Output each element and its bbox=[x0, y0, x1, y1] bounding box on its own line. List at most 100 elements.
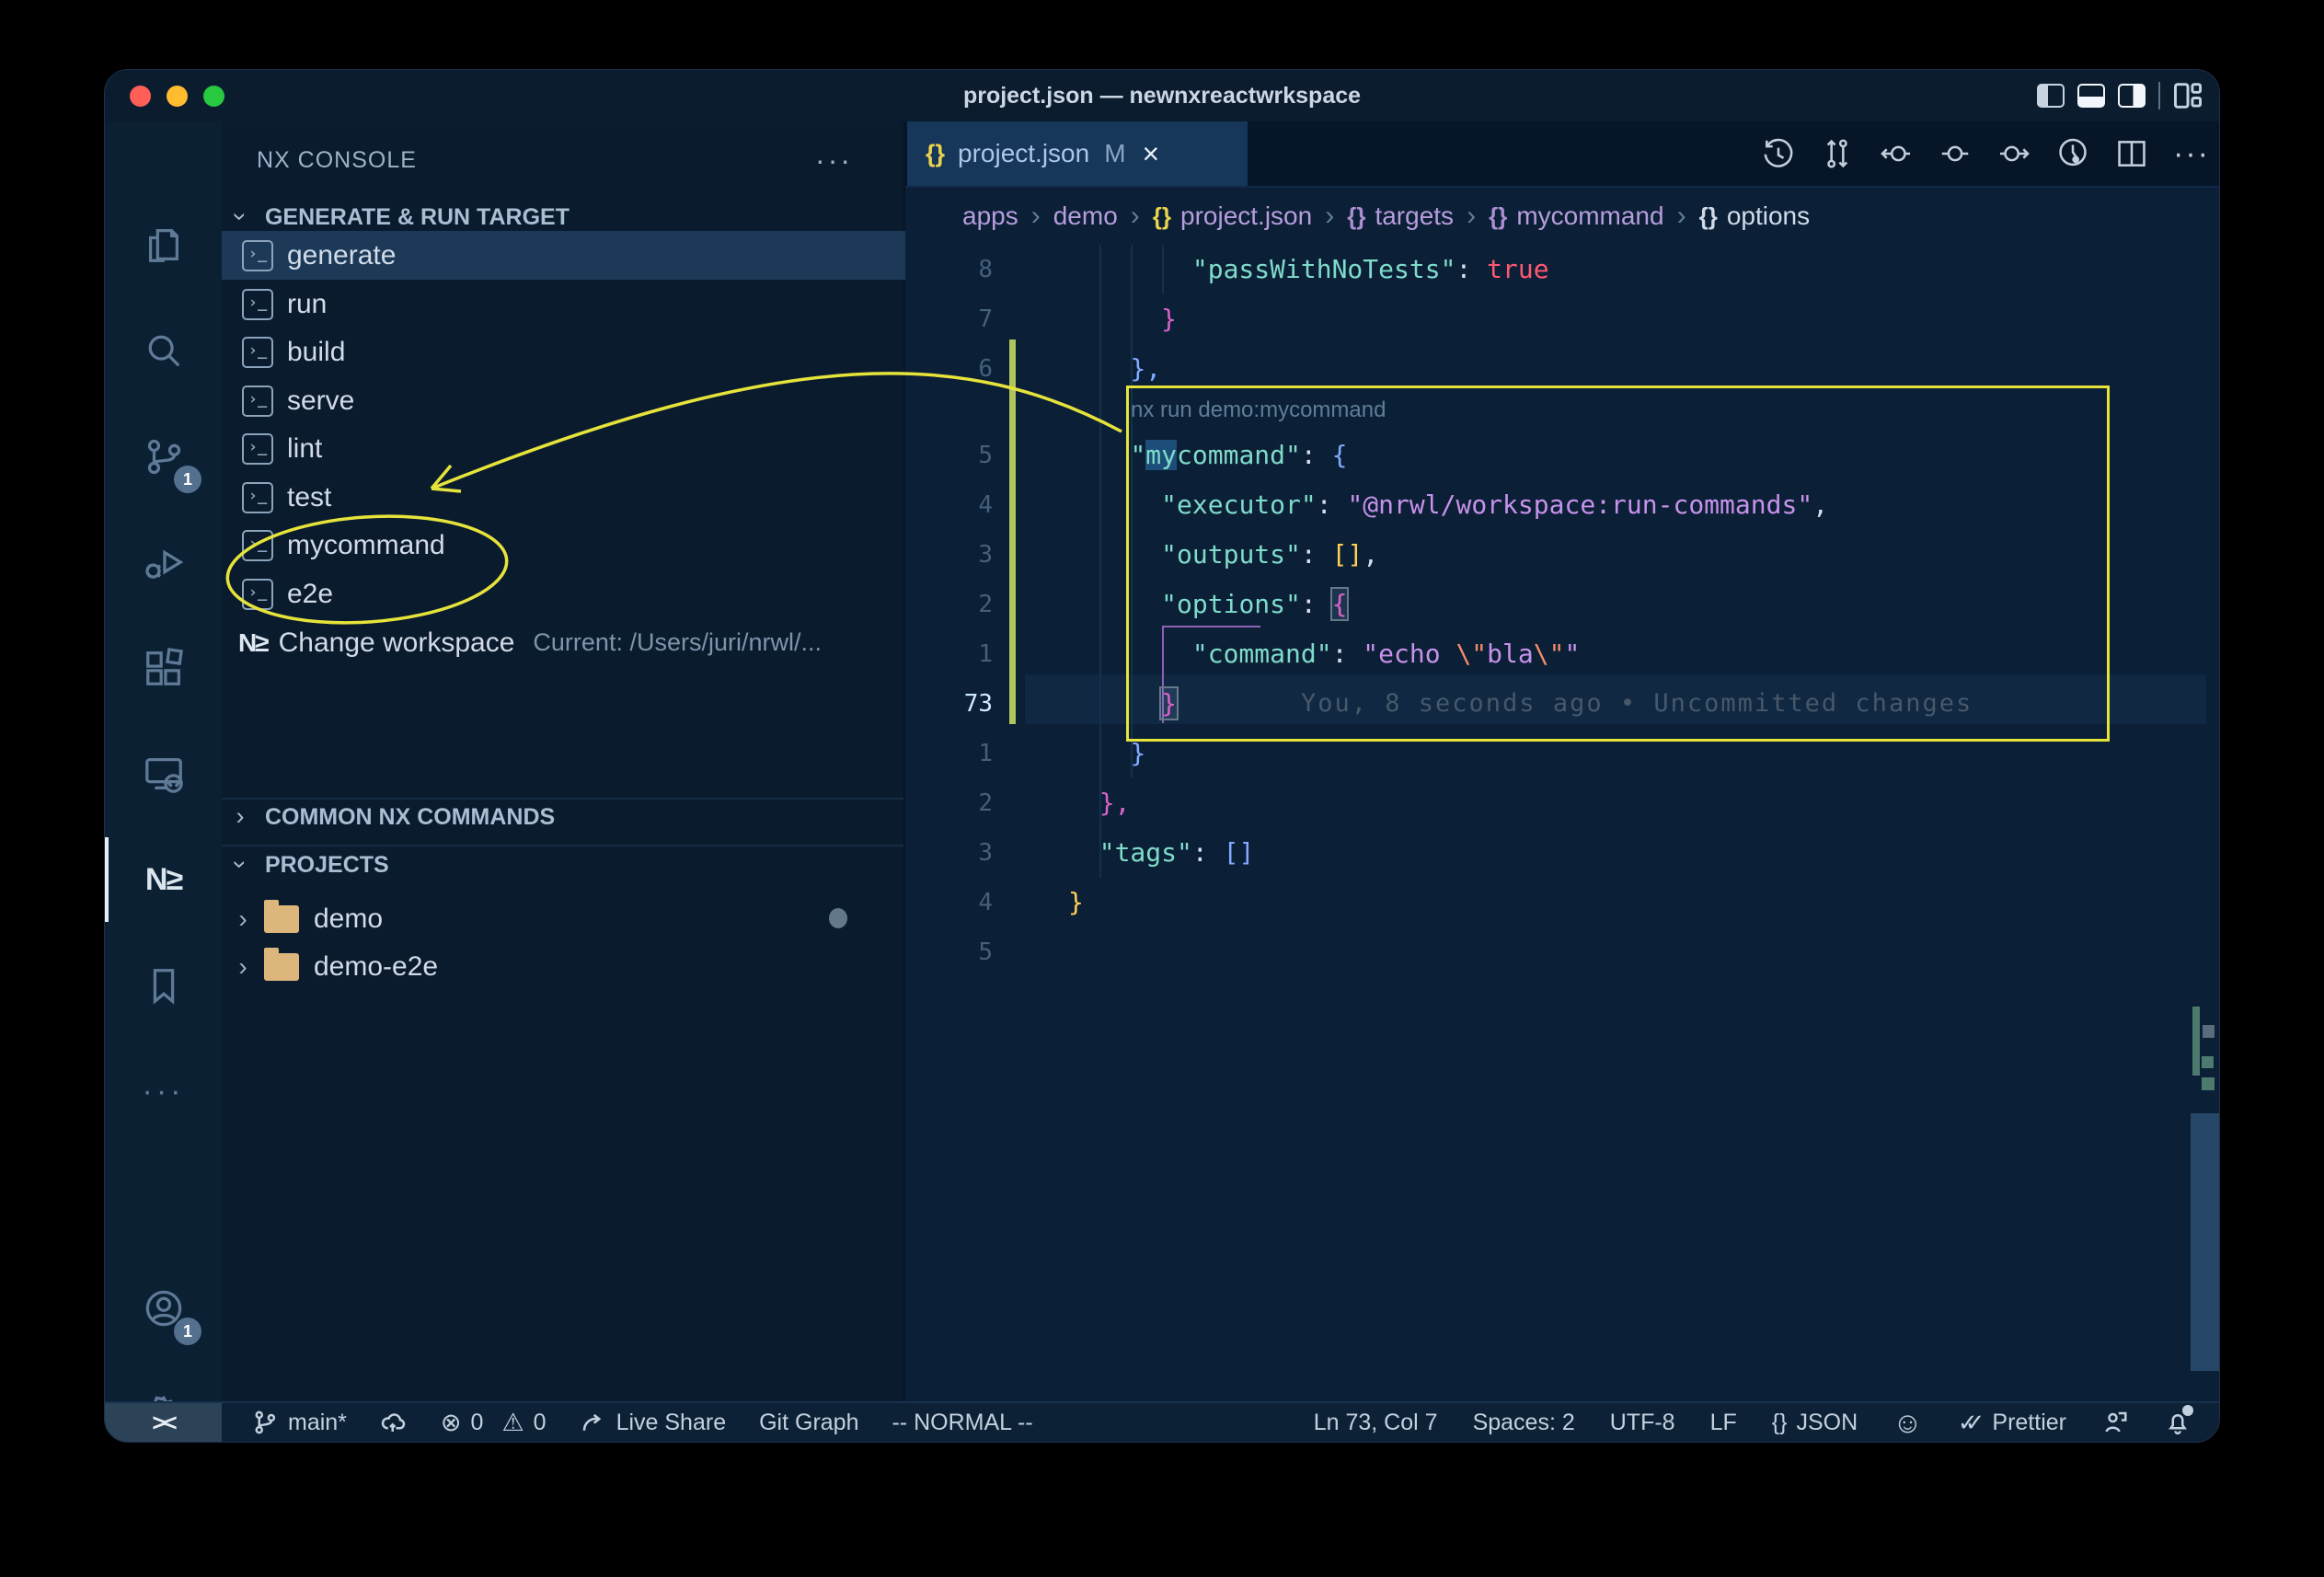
sidebar-item-search[interactable] bbox=[105, 299, 222, 402]
line-number: 5 bbox=[905, 927, 993, 977]
encoding-item[interactable]: UTF-8 bbox=[1610, 1410, 1675, 1436]
target-item-run[interactable]: ›_ run bbox=[222, 280, 905, 328]
customize-layout-icon[interactable] bbox=[2173, 82, 2203, 109]
tab-project-json[interactable]: {} project.json M × bbox=[907, 121, 1248, 186]
breadcrumb-project-json[interactable]: project.json bbox=[1180, 201, 1312, 231]
split-editor-icon[interactable] bbox=[2114, 136, 2149, 171]
tab-bar: {} project.json M × bbox=[905, 121, 2220, 186]
line-number: 8 bbox=[905, 245, 993, 294]
scrollbar-thumb[interactable] bbox=[2191, 1113, 2220, 1371]
sidebar-item-source-control[interactable]: 1 bbox=[105, 405, 222, 508]
line-number: 5 bbox=[905, 431, 993, 480]
activity-more-button[interactable]: ··· bbox=[105, 1040, 222, 1143]
current-change-icon[interactable] bbox=[1938, 136, 1973, 171]
files-icon bbox=[143, 224, 185, 266]
prettier-status-item[interactable]: ✓✓ Prettier bbox=[1958, 1409, 2066, 1437]
divider bbox=[2158, 82, 2160, 109]
sidebar-item-bookmarks[interactable] bbox=[105, 934, 222, 1037]
double-check-icon: ✓✓ bbox=[1958, 1409, 1973, 1437]
vim-mode-status-item[interactable]: -- NORMAL -- bbox=[892, 1410, 1032, 1436]
gitlens-icon[interactable] bbox=[2055, 136, 2090, 171]
accounts-button[interactable]: 1 bbox=[105, 1257, 222, 1360]
line-number: 6 bbox=[905, 344, 993, 394]
change-workspace-item[interactable]: N≥ Change workspace Current: /Users/juri… bbox=[222, 618, 905, 667]
project-status-dot bbox=[829, 908, 847, 928]
code-editor[interactable]: 8 "passWithNoTests": true7 }6 },nx run d… bbox=[905, 245, 2220, 1401]
run-debug-icon bbox=[143, 541, 185, 583]
line-number: 1 bbox=[905, 729, 993, 778]
breadcrumb-demo[interactable]: demo bbox=[1053, 201, 1118, 231]
code-line[interactable]: 5 bbox=[905, 927, 2220, 977]
more-actions-icon[interactable]: ··· bbox=[2173, 136, 2210, 172]
indentation-item[interactable]: Spaces: 2 bbox=[1473, 1410, 1575, 1436]
bell-icon bbox=[2164, 1409, 2192, 1436]
target-item-mycommand[interactable]: ›_ mycommand bbox=[222, 521, 905, 570]
section-projects[interactable]: › PROJECTS bbox=[222, 850, 903, 891]
code-line[interactable]: 2 }, bbox=[905, 778, 2220, 828]
cursor-position-item[interactable]: Ln 73, Col 7 bbox=[1314, 1410, 1438, 1436]
cloud-upload-icon bbox=[380, 1409, 408, 1436]
target-item-generate[interactable]: ›_ generate bbox=[222, 231, 905, 280]
ruler-mark bbox=[2202, 1056, 2214, 1068]
chevron-right-icon: › bbox=[1677, 201, 1686, 232]
code-line[interactable]: 4} bbox=[905, 878, 2220, 927]
target-item-e2e[interactable]: ›_ e2e bbox=[222, 570, 905, 618]
git-graph-status-item[interactable]: Git Graph bbox=[759, 1410, 858, 1436]
remote-indicator[interactable]: >< bbox=[105, 1403, 222, 1442]
target-item-build[interactable]: ›_ build bbox=[222, 328, 905, 376]
sidebar-item-extensions[interactable] bbox=[105, 616, 222, 719]
breadcrumb-apps[interactable]: apps bbox=[962, 201, 1018, 231]
code-line[interactable]: 3 "tags": [] bbox=[905, 828, 2220, 878]
section-common-nx-commands[interactable]: › COMMON NX COMMANDS bbox=[222, 802, 903, 843]
sidebar-item-nx-console[interactable]: N≥ bbox=[105, 828, 222, 931]
folder-icon bbox=[264, 953, 299, 981]
sidebar-item-remote-explorer[interactable] bbox=[105, 722, 222, 825]
live-share-contacts-item[interactable] bbox=[2101, 1409, 2129, 1436]
project-item-demo[interactable]: › demo bbox=[222, 894, 905, 943]
target-item-lint[interactable]: ›_ lint bbox=[222, 424, 905, 473]
bookmark-icon bbox=[143, 964, 185, 1007]
live-share-status-item[interactable]: Live Share bbox=[580, 1409, 727, 1436]
previous-change-icon[interactable] bbox=[1879, 136, 1914, 171]
breadcrumb-options[interactable]: options bbox=[1727, 201, 1810, 231]
line-number: 3 bbox=[905, 530, 993, 580]
divider bbox=[222, 798, 903, 800]
toggle-panel-icon[interactable] bbox=[2077, 84, 2105, 108]
next-change-icon[interactable] bbox=[1996, 136, 2031, 171]
person-icon bbox=[2101, 1409, 2129, 1436]
target-item-serve[interactable]: ›_ serve bbox=[222, 376, 905, 425]
line-number: 2 bbox=[905, 580, 993, 629]
compare-changes-icon[interactable] bbox=[1820, 136, 1855, 171]
sync-status-item[interactable] bbox=[380, 1409, 408, 1436]
language-mode-item[interactable]: {} JSON bbox=[1772, 1410, 1858, 1436]
feedback-smiley-item[interactable]: ☺ bbox=[1893, 1406, 1923, 1440]
breadcrumb: apps › demo › {} project.json › {} targe… bbox=[905, 186, 2220, 245]
breadcrumb-targets[interactable]: targets bbox=[1375, 201, 1454, 231]
terminal-icon: ›_ bbox=[242, 337, 273, 368]
chevron-down-icon: › bbox=[226, 846, 255, 883]
eol-item[interactable]: LF bbox=[1710, 1410, 1737, 1436]
target-item-test[interactable]: ›_ test bbox=[222, 473, 905, 522]
notifications-item[interactable] bbox=[2164, 1409, 2192, 1436]
branch-status-item[interactable]: main* bbox=[251, 1409, 347, 1436]
ruler-change-mark bbox=[2192, 1007, 2200, 1076]
annotation-rectangle bbox=[1126, 386, 2110, 742]
sidebar-more-actions[interactable]: ··· bbox=[815, 144, 853, 178]
problems-status-item[interactable]: ⊗ 0 ⚠ 0 bbox=[441, 1409, 546, 1437]
overview-ruler[interactable] bbox=[2191, 245, 2220, 1401]
extensions-icon bbox=[143, 647, 185, 689]
chevron-right-icon: › bbox=[1131, 201, 1140, 232]
json-icon: {} bbox=[1489, 202, 1507, 231]
chevron-right-icon: › bbox=[222, 904, 264, 934]
toggle-sidebar-icon[interactable] bbox=[2037, 84, 2065, 108]
project-item-demo-e2e[interactable]: › demo-e2e bbox=[222, 942, 905, 991]
sidebar-item-explorer[interactable] bbox=[105, 193, 222, 296]
code-line[interactable]: 7 } bbox=[905, 294, 2220, 344]
breadcrumb-mycommand[interactable]: mycommand bbox=[1516, 201, 1663, 231]
close-tab-icon[interactable]: × bbox=[1143, 137, 1160, 171]
code-line[interactable]: 8 "passWithNoTests": true bbox=[905, 245, 2220, 294]
ruler-mark bbox=[2202, 1077, 2215, 1090]
timeline-history-icon[interactable] bbox=[1761, 136, 1796, 171]
toggle-secondary-sidebar-icon[interactable] bbox=[2118, 84, 2146, 108]
sidebar-item-run-debug[interactable] bbox=[105, 511, 222, 614]
